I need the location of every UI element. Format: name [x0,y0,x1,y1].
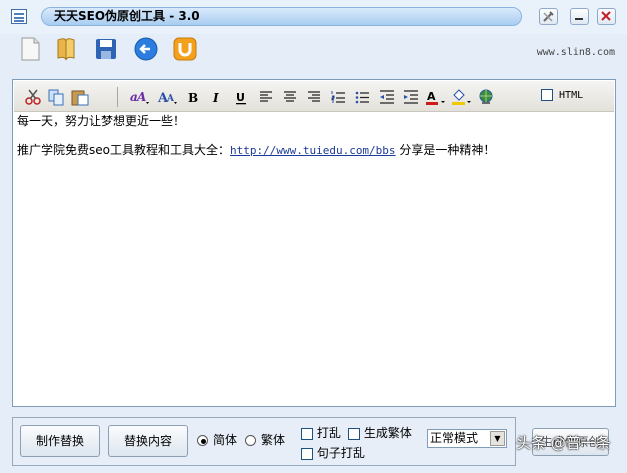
gen-traditional-label: 生成繁体 [363,426,412,440]
wrench-icon [543,11,554,22]
bold-button[interactable]: B [185,88,201,106]
traditional-radio[interactable]: 繁体 [245,433,285,447]
shuffle-check[interactable] [301,427,313,440]
font-color-icon: A [426,90,445,105]
back-button[interactable] [133,36,159,62]
gen-traditional-checkbox[interactable]: 生成繁体 [348,426,412,440]
align-right-button[interactable] [306,88,322,106]
bold-icon: B [188,91,198,105]
traditional-label: 繁体 [261,433,286,447]
cut-button[interactable] [24,88,42,106]
mode-value: 正常模式 [430,431,479,445]
content-line-1: 每一天，努力让梦想更近一些！ [17,114,186,128]
align-right-icon [308,91,320,102]
underline-icon: U [236,91,246,105]
svg-text:U: U [236,91,245,104]
html-label: HTML [559,90,584,101]
new-document-icon [21,37,40,61]
ordered-list-icon [331,91,345,103]
title-bar: 天天SEO伪原创工具 - 3.0 [0,0,627,34]
globe-link-icon [479,89,493,104]
outdent-button[interactable] [378,88,396,106]
unordered-list-button[interactable] [354,88,370,106]
html-checkbox[interactable] [541,89,553,101]
rich-text-editor[interactable]: aA AA B I U A HTML 每一天，努力让梦想更近一些！ 推广学院免费… [12,79,616,407]
content-link[interactable]: http://www.tuiedu.com/bbs [230,144,396,157]
make-replace-button[interactable]: 制作替换 [20,425,100,457]
minimize-icon [575,18,583,20]
open-book-icon [57,38,75,61]
replace-content-button[interactable]: 替换内容 [108,425,188,457]
undo-icon [173,37,197,61]
align-center-icon [284,91,296,102]
underline-button[interactable]: U [233,88,249,106]
font-color-button[interactable]: A [425,88,447,106]
copy-icon [48,89,64,106]
paste-icon [71,90,89,106]
toolbar-separator [117,87,118,107]
watermark: 头条 @普一条 [516,434,611,452]
italic-button[interactable]: I [209,88,225,106]
paint-bucket-icon [452,89,471,105]
action-panel: 制作替换 替换内容 简体 繁体 打乱 生成繁体 句子打乱 正常模式 ▼ [12,417,516,466]
font-name-button[interactable]: aA [129,88,151,106]
outdent-icon [380,90,394,104]
gen-traditional-check[interactable] [348,427,360,440]
open-file-button[interactable] [53,36,79,62]
window-title: 天天SEO伪原创工具 - 3.0 [41,7,522,26]
font-name-icon: aA [130,90,149,104]
copy-button[interactable] [47,88,65,106]
close-icon [601,11,611,21]
dropdown-arrow-icon[interactable]: ▼ [490,431,505,446]
simplified-label: 简体 [213,433,238,447]
traditional-radio-dot[interactable] [245,435,256,446]
mode-select[interactable]: 正常模式 ▼ [427,429,507,448]
svg-text:A: A [427,90,436,103]
settings-button[interactable] [539,8,558,25]
shuffle-checkbox[interactable]: 打乱 [301,426,341,440]
align-center-button[interactable] [282,88,298,106]
svg-text:I: I [212,91,219,105]
undo-button[interactable] [172,36,198,62]
close-button[interactable] [597,8,616,25]
align-left-button[interactable] [258,88,274,106]
scissors-icon [25,89,41,105]
paste-button[interactable] [70,88,90,106]
shuffle-label: 打乱 [316,426,341,440]
content-line-2: 推广学院免费seo工具教程和工具大全：http://www.tuiedu.com… [17,143,607,158]
new-file-button[interactable] [17,36,43,62]
app-icon [11,9,27,24]
simplified-radio-dot[interactable] [197,435,208,446]
simplified-radio[interactable]: 简体 [197,433,237,447]
font-size-button[interactable]: AA [157,88,179,106]
background-color-button[interactable] [451,88,473,106]
sentence-shuffle-check[interactable] [301,447,313,460]
minimize-button[interactable] [570,8,589,25]
editor-content[interactable]: 每一天，努力让梦想更近一些！ 推广学院免费seo工具教程和工具大全：http:/… [17,114,607,158]
back-arrow-icon [134,37,158,61]
ordered-list-button[interactable] [330,88,346,106]
save-button[interactable] [93,36,119,62]
sentence-shuffle-label: 句子打乱 [316,446,365,460]
svg-text:B: B [188,91,198,105]
html-mode-toggle[interactable]: HTML [541,89,583,101]
svg-text:A: A [136,90,146,104]
bullet-list-icon [355,91,369,104]
line2-prefix: 推广学院免费seo工具教程和工具大全： [17,143,230,157]
indent-button[interactable] [402,88,420,106]
line2-suffix: 分享是一种精神！ [395,143,496,157]
site-url: www.slin8.com [536,47,615,58]
main-toolbar: www.slin8.com [0,34,627,72]
insert-link-button[interactable] [477,88,495,106]
font-size-icon: AA [157,91,177,106]
editor-toolbar: aA AA B I U A HTML [14,81,614,112]
floppy-disk-icon [96,39,116,59]
italic-icon: I [212,91,219,105]
svg-text:A: A [166,94,175,104]
indent-icon [404,90,418,104]
align-left-icon [260,91,272,102]
sentence-shuffle-checkbox[interactable]: 句子打乱 [301,446,365,460]
